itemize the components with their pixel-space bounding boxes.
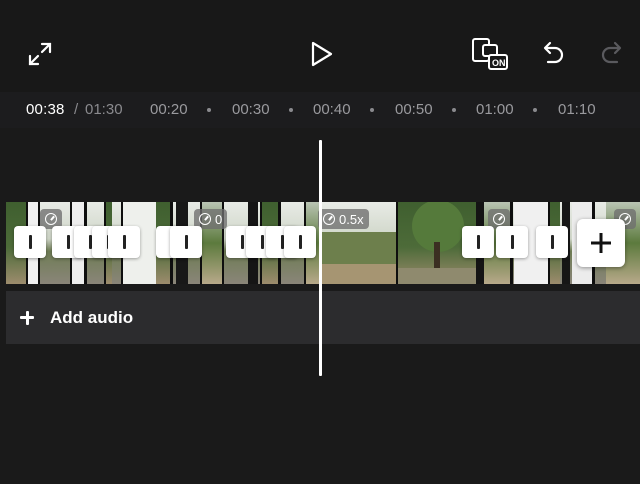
- transition-bar-icon: [510, 235, 514, 249]
- transition-bar-icon: [298, 235, 302, 249]
- transition-button[interactable]: [284, 226, 316, 258]
- ruler-tick-label: 00:40: [313, 101, 351, 118]
- speedometer-icon: [199, 213, 211, 225]
- add-audio-track[interactable]: Add audio: [6, 291, 640, 344]
- transition-button[interactable]: [496, 226, 528, 258]
- add-audio-label: Add audio: [50, 307, 134, 327]
- current-time: 00:38: [26, 101, 65, 118]
- ruler-tick-label: 01:00: [476, 101, 514, 118]
- transition-bar-icon: [66, 235, 70, 249]
- expand-arrows-icon: [28, 42, 52, 66]
- transition-button[interactable]: [14, 226, 46, 258]
- fullscreen-button[interactable]: [26, 40, 54, 68]
- playhead[interactable]: [319, 140, 322, 376]
- ruler-tick-label: 00:30: [232, 101, 270, 118]
- transition-bar-icon: [240, 235, 244, 249]
- speedometer-icon: [45, 213, 57, 225]
- clip-speed-badge: 0.5x: [318, 209, 369, 229]
- clip-speed-value: 0.5x: [339, 211, 364, 227]
- ruler-dot: [452, 108, 456, 112]
- redo-button[interactable]: [597, 38, 627, 68]
- preview-mode-label: ON: [492, 58, 506, 68]
- transition-bar-icon: [550, 235, 554, 249]
- transition-bar-icon: [28, 235, 32, 249]
- transition-bar-icon: [260, 235, 264, 249]
- redo-arrow-icon: [601, 41, 622, 64]
- ruler-dot: [370, 108, 374, 112]
- ruler-dot: [533, 108, 537, 112]
- play-triangle-icon: [311, 41, 333, 67]
- transition-bar-icon: [122, 235, 126, 249]
- ruler-tick-label: 00:20: [150, 101, 188, 118]
- clip-speed-value: 0: [215, 211, 223, 227]
- add-clip-button[interactable]: [577, 219, 625, 267]
- speedometer-icon: [493, 213, 505, 225]
- undo-arrow-icon: [543, 41, 564, 64]
- transition-button[interactable]: [170, 226, 202, 258]
- undo-button[interactable]: [538, 38, 568, 68]
- plus-icon: [591, 233, 611, 253]
- preview-mode-toggle[interactable]: ON: [470, 36, 510, 72]
- ruler-tick-label: 00:50: [395, 101, 433, 118]
- transition-bar-icon: [184, 235, 188, 249]
- total-duration: 01:30: [85, 101, 123, 118]
- ruler-tick-label: 01:10: [558, 101, 596, 118]
- transition-bar-icon: [476, 235, 480, 249]
- play-button[interactable]: [306, 39, 336, 69]
- ruler-dot: [289, 108, 293, 112]
- transition-button[interactable]: [462, 226, 494, 258]
- time-separator: /: [74, 101, 79, 118]
- ruler-dot: [207, 108, 211, 112]
- transition-button[interactable]: [108, 226, 140, 258]
- plus-icon: [18, 309, 36, 327]
- speedometer-icon: [323, 213, 335, 225]
- transition-button[interactable]: [536, 226, 568, 258]
